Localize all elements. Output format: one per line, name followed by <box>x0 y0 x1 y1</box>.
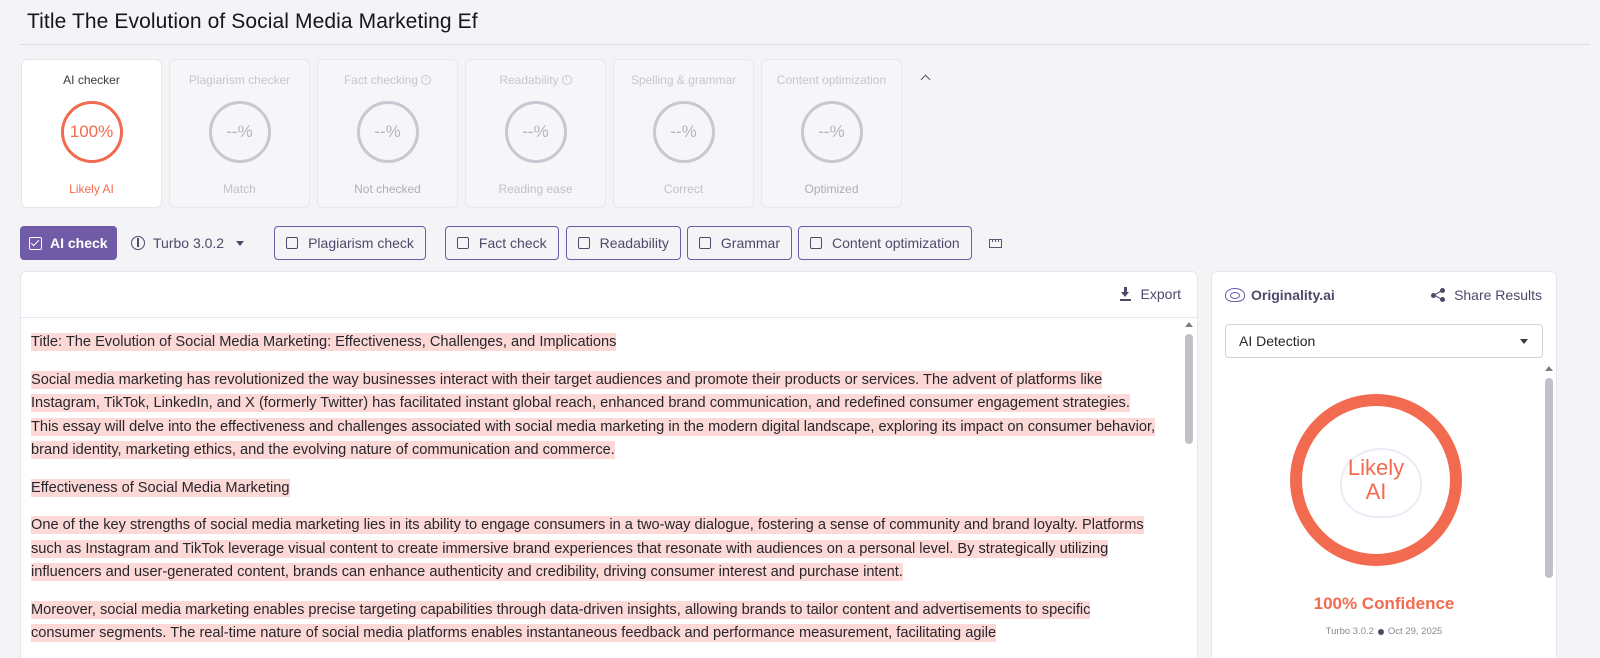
score-ring: --% <box>356 101 419 163</box>
brand: Originality.ai <box>1225 287 1335 303</box>
text-scrollbar[interactable] <box>1185 320 1193 658</box>
results-header: Originality.ai Share Results <box>1225 287 1542 303</box>
card-title: Readability <box>499 73 559 87</box>
title-divider <box>20 44 1590 45</box>
brand-name: Originality.ai <box>1251 287 1335 303</box>
ai-highlight: Moreover, social media marketing enables… <box>31 600 1091 642</box>
plagiarism-check-button[interactable]: Plagiarism check <box>274 226 426 260</box>
card-readability[interactable]: Readability i --% Reading ease <box>465 59 606 208</box>
paragraph: One of the key strengths of social media… <box>31 514 1157 585</box>
scan-date: Oct 29, 2025 <box>1387 626 1443 637</box>
verdict-ring: Likely AI <box>1290 394 1462 566</box>
checkbox-checked-icon <box>29 236 42 250</box>
card-subtitle: Reading ease <box>498 182 573 196</box>
paragraph: Social media marketing has revolutionize… <box>31 369 1157 463</box>
ai-check-label: AI check <box>50 235 108 251</box>
share-label: Share Results <box>1454 287 1542 303</box>
brain-logo-icon <box>1225 288 1245 302</box>
text-panel-header: Export <box>21 272 1197 318</box>
score-ring: --% <box>504 101 567 163</box>
score-ring: --% <box>800 101 863 163</box>
share-icon <box>1431 288 1446 302</box>
card-subtitle: Match <box>223 182 256 196</box>
paragraph: Effectiveness of Social Media Marketing <box>31 477 1157 501</box>
card-title: AI checker <box>63 73 120 87</box>
checkbox-icon <box>577 237 590 249</box>
checkbox-icon <box>456 237 469 249</box>
checkbox-icon <box>810 237 823 249</box>
fact-check-label: Fact check <box>478 235 547 251</box>
ai-highlight: Social media marketing has revolutionize… <box>31 370 1156 459</box>
confidence-score: 100% Confidence <box>1313 594 1455 613</box>
score-cards: AI checker 100% Likely AI Plagiarism che… <box>21 59 902 208</box>
ai-highlight: Title: The Evolution of Social Media Mar… <box>31 333 617 351</box>
document-text-panel: Export Title: The Evolution of Social Me… <box>20 271 1198 658</box>
fact-check-button[interactable]: Fact check <box>444 226 559 260</box>
card-title: Content optimization <box>776 73 887 87</box>
model-label: Turbo 3.0.2 <box>153 235 225 251</box>
content-optimization-label: Content optimization <box>832 235 960 251</box>
scroll-up-arrow-icon[interactable] <box>1185 322 1193 327</box>
checkbox-icon <box>286 237 299 249</box>
card-title-row: Fact checking i <box>343 73 432 87</box>
paragraph: Title: The Evolution of Social Media Mar… <box>31 331 1157 355</box>
card-title: Fact checking <box>343 73 419 87</box>
readability-button[interactable]: Readability <box>565 226 681 260</box>
score-ring: --% <box>652 101 715 163</box>
check-toolbar: AI check Turbo 3.0.2 Plagiarism check Fa… <box>20 226 1002 260</box>
card-subtitle: Not checked <box>354 182 421 196</box>
paragraph: Moreover, social media marketing enables… <box>31 599 1157 646</box>
checkbox-icon <box>698 237 711 249</box>
share-results-button[interactable]: Share Results <box>1431 287 1542 303</box>
export-label: Export <box>1140 286 1181 302</box>
scan-meta: Turbo 3.0.2 Oct 29, 2025 <box>1212 626 1556 637</box>
ai-highlight: One of the key strengths of social media… <box>31 516 1144 581</box>
card-subtitle: Likely AI <box>69 182 114 196</box>
grammar-button[interactable]: Grammar <box>686 226 793 260</box>
card-fact-checking[interactable]: Fact checking i --% Not checked <box>317 59 458 208</box>
scroll-up-arrow-icon[interactable] <box>1545 366 1553 371</box>
verdict-label: Likely AI <box>1347 455 1405 504</box>
grammar-label: Grammar <box>720 235 781 251</box>
readability-label: Readability <box>599 235 669 251</box>
ruler-icon[interactable] <box>988 238 1002 248</box>
page-title[interactable]: Title The Evolution of Social Media Mark… <box>27 10 478 34</box>
card-ai-checker[interactable]: AI checker 100% Likely AI <box>21 59 162 208</box>
plagiarism-check-label: Plagiarism check <box>308 235 414 251</box>
info-icon[interactable]: i <box>561 75 572 85</box>
export-button[interactable]: Export <box>1119 286 1181 302</box>
card-title: Plagiarism checker <box>188 73 291 87</box>
model-selector[interactable]: Turbo 3.0.2 <box>131 226 245 260</box>
brain-icon <box>131 236 145 250</box>
chevron-up-icon[interactable] <box>918 70 932 84</box>
card-title-row: Readability i <box>499 73 572 87</box>
results-panel: Originality.ai Share Results AI Detectio… <box>1211 271 1557 658</box>
caret-down-icon <box>236 240 245 246</box>
score-ring: --% <box>208 101 271 163</box>
ai-check-button[interactable]: AI check <box>20 226 117 260</box>
card-subtitle: Optimized <box>804 182 859 196</box>
scroll-thumb[interactable] <box>1185 334 1193 444</box>
card-subtitle: Correct <box>663 182 704 196</box>
detection-type-select[interactable]: AI Detection <box>1225 324 1543 358</box>
scan-model: Turbo 3.0.2 <box>1325 626 1374 637</box>
scroll-thumb[interactable] <box>1545 378 1553 578</box>
dot-separator-icon <box>1377 628 1384 635</box>
download-icon <box>1119 287 1131 301</box>
card-content-optimization[interactable]: Content optimization --% Optimized <box>761 59 902 208</box>
info-icon[interactable]: i <box>421 75 432 85</box>
document-body[interactable]: Title: The Evolution of Social Media Mar… <box>21 318 1197 646</box>
score-ring: 100% <box>60 101 123 163</box>
detection-type-value: AI Detection <box>1239 333 1316 349</box>
ai-highlight: Effectiveness of Social Media Marketing <box>31 478 290 497</box>
card-spelling-grammar[interactable]: Spelling & grammar --% Correct <box>613 59 754 208</box>
card-plagiarism-checker[interactable]: Plagiarism checker --% Match <box>169 59 310 208</box>
caret-down-icon <box>1520 338 1528 344</box>
card-title: Spelling & grammar <box>630 73 737 87</box>
content-optimization-button[interactable]: Content optimization <box>798 226 972 260</box>
